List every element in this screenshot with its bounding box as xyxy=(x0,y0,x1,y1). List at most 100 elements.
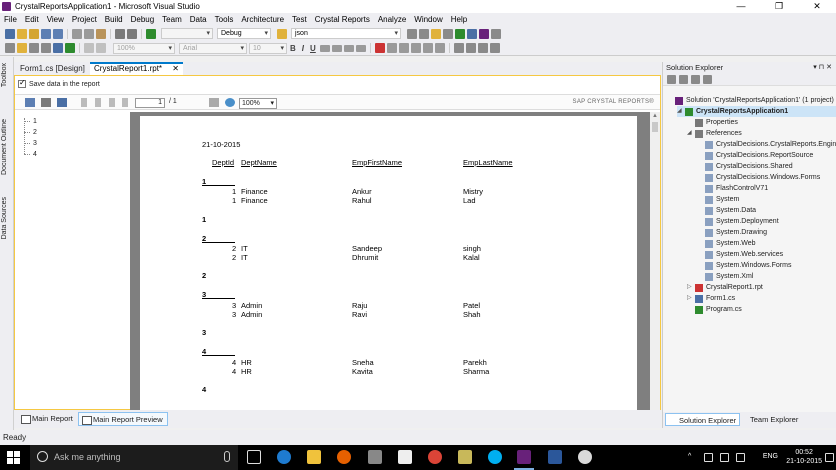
menu-debug[interactable]: Debug xyxy=(127,13,159,26)
properties-window-icon[interactable] xyxy=(419,28,429,39)
tab-team-explorer[interactable]: Team Explorer xyxy=(737,413,801,426)
new-project-icon[interactable] xyxy=(17,28,27,39)
task-view-icon[interactable] xyxy=(247,450,261,464)
menu-file[interactable]: File xyxy=(0,13,21,26)
input-language[interactable]: ENG xyxy=(763,453,778,460)
navigate-back-icon[interactable] xyxy=(5,28,15,39)
align-objects-icon[interactable] xyxy=(453,43,464,53)
solution-tree-item[interactable]: ▷ CrystalReport1.rpt xyxy=(687,282,763,293)
font-color-icon[interactable] xyxy=(374,43,385,53)
menu-view[interactable]: View xyxy=(43,13,68,26)
bold-button[interactable]: B xyxy=(290,44,296,53)
solution-tree-item[interactable]: ▷ Form1.cs xyxy=(687,293,735,304)
menu-build[interactable]: Build xyxy=(101,13,127,26)
insert-picture-icon[interactable] xyxy=(65,43,75,53)
tray-up-arrow-icon[interactable]: ^ xyxy=(688,453,697,462)
paste-icon[interactable] xyxy=(96,28,106,39)
solution-tree-item[interactable]: CrystalDecisions.ReportSource xyxy=(697,150,813,161)
maximize-button[interactable]: ❐ xyxy=(760,0,798,13)
redo-icon[interactable] xyxy=(127,28,137,39)
find-in-files-icon[interactable] xyxy=(277,28,287,39)
menu-edit[interactable]: Edit xyxy=(21,13,43,26)
microphone-icon[interactable] xyxy=(224,451,230,462)
skype-icon[interactable] xyxy=(488,450,502,464)
solution-tree-item[interactable]: System.Data xyxy=(697,205,756,216)
percent-icon[interactable] xyxy=(410,43,421,53)
extension-manager-icon[interactable] xyxy=(467,28,477,39)
menu-crystal-reports[interactable]: Crystal Reports xyxy=(311,13,374,26)
menu-data[interactable]: Data xyxy=(186,13,211,26)
pointer-icon[interactable] xyxy=(5,43,15,53)
solution-explorer-icon[interactable] xyxy=(407,28,417,39)
file-explorer-icon[interactable] xyxy=(307,450,321,464)
refresh-icon[interactable] xyxy=(691,74,700,84)
first-page-icon[interactable] xyxy=(81,98,87,107)
previous-page-icon[interactable] xyxy=(95,98,101,107)
open-file-icon[interactable] xyxy=(29,28,39,39)
align-right-icon[interactable] xyxy=(343,44,354,52)
font-size-combo[interactable]: 10 xyxy=(249,42,287,54)
menu-test[interactable]: Test xyxy=(288,13,311,26)
thousands-icon[interactable] xyxy=(422,43,433,53)
menu-window[interactable]: Window xyxy=(410,13,446,26)
menu-analyze[interactable]: Analyze xyxy=(374,13,410,26)
refresh-icon[interactable] xyxy=(225,98,235,107)
solution-tree-item[interactable]: CrystalDecisions.Shared xyxy=(697,161,793,172)
group-tree-item[interactable]: 2 xyxy=(21,127,41,138)
solution-tree-item[interactable]: System xyxy=(697,194,739,205)
italic-button[interactable]: I xyxy=(302,44,304,53)
object-browser-icon[interactable] xyxy=(431,28,441,39)
configuration-combo[interactable]: Debug xyxy=(217,28,271,39)
menu-help[interactable]: Help xyxy=(447,13,471,26)
tab-main-report-preview[interactable]: Main Report Preview xyxy=(78,412,168,426)
minimize-button[interactable]: — xyxy=(722,0,760,13)
solution-tree-item[interactable]: ◢ CrystalReportsApplication1 xyxy=(677,106,836,117)
toolbox-icon[interactable] xyxy=(443,28,453,39)
cut-icon[interactable] xyxy=(72,28,82,39)
start-page-icon[interactable] xyxy=(455,28,465,39)
solution-tree-item[interactable]: Solution 'CrystalReportsApplication1' (1… xyxy=(667,95,834,106)
font-combo[interactable]: Arial xyxy=(179,42,247,54)
undo-icon[interactable] xyxy=(115,28,125,39)
tab-main-report[interactable]: Main Report xyxy=(18,412,77,426)
expand-arrow-icon[interactable]: ◢ xyxy=(687,128,695,139)
solution-tree-item[interactable]: System.Web xyxy=(697,238,756,249)
last-page-icon[interactable] xyxy=(122,98,128,107)
insert-line-icon[interactable] xyxy=(96,43,106,53)
next-page-icon[interactable] xyxy=(109,98,115,107)
close-button[interactable]: ✕ xyxy=(798,0,836,13)
firefox-icon[interactable] xyxy=(337,450,351,464)
scroll-up-icon[interactable]: ▲ xyxy=(652,113,658,119)
data-sources-tab[interactable]: Data Sources xyxy=(1,197,8,239)
menu-tools[interactable]: Tools xyxy=(211,13,238,26)
lock-format-icon[interactable] xyxy=(489,43,500,53)
word-icon[interactable] xyxy=(548,450,562,464)
insert-text-icon[interactable] xyxy=(17,43,27,53)
insert-chart-icon[interactable] xyxy=(53,43,63,53)
show-all-files-icon[interactable] xyxy=(679,74,688,84)
save-data-option[interactable]: Save data in the report xyxy=(18,78,100,88)
expand-arrow-icon[interactable]: ▷ xyxy=(687,293,695,304)
solution-tree-item[interactable]: Program.cs xyxy=(687,304,742,315)
save-icon[interactable] xyxy=(41,28,51,39)
snap-grid-icon[interactable] xyxy=(477,43,488,53)
chrome-icon[interactable] xyxy=(428,450,442,464)
scroll-thumb[interactable] xyxy=(652,122,658,132)
menu-architecture[interactable]: Architecture xyxy=(237,13,288,26)
decimal-icon[interactable] xyxy=(434,43,445,53)
insert-group-icon[interactable] xyxy=(29,43,39,53)
startup-combo[interactable] xyxy=(161,28,213,39)
command-window-icon[interactable] xyxy=(479,28,489,39)
solution-tree-item[interactable]: FlashControlV71 xyxy=(697,183,768,194)
notifications-icon[interactable] xyxy=(825,453,834,462)
cortana-search-box[interactable]: Ask me anything xyxy=(30,445,238,470)
print-icon[interactable] xyxy=(41,98,51,107)
group-tree-item[interactable]: 1 xyxy=(21,116,41,127)
paint-icon[interactable] xyxy=(578,450,592,464)
show-properties-icon[interactable] xyxy=(667,74,676,84)
save-data-checkbox[interactable] xyxy=(18,78,26,88)
solution-tree-item[interactable]: System.Xml xyxy=(697,271,753,282)
solution-tree-item[interactable]: CrystalDecisions.CrystalReports.Engine xyxy=(697,139,836,150)
panel-pin-icon[interactable]: ▾ ⊓ ✕ xyxy=(813,62,832,73)
currency-icon[interactable] xyxy=(398,43,409,53)
